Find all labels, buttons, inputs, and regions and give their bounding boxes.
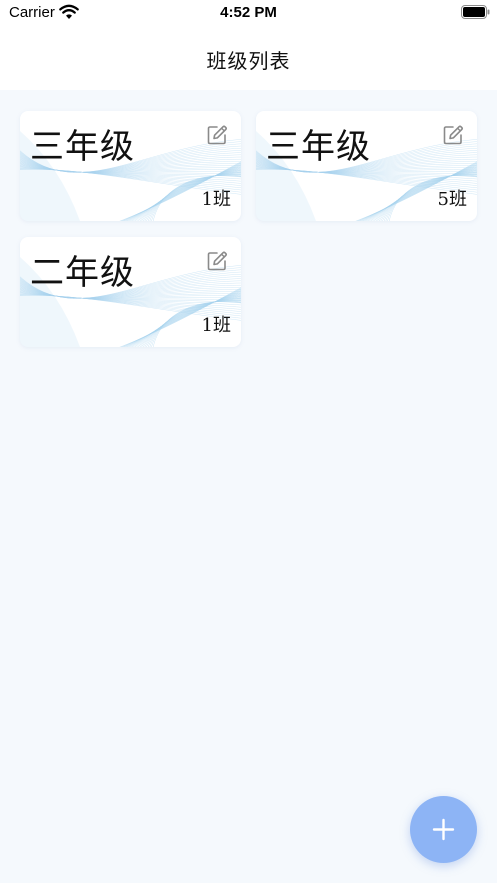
edit-icon[interactable]: [442, 124, 464, 146]
edit-icon[interactable]: [206, 124, 228, 146]
clock: 4:52 PM: [220, 4, 277, 21]
plus-icon: [432, 818, 455, 841]
edit-icon[interactable]: [206, 250, 228, 272]
class-label: 1班: [201, 189, 231, 210]
class-card[interactable]: 二年级 1班: [20, 237, 241, 347]
grade-label: 三年级: [266, 127, 371, 167]
class-label: 5班: [437, 189, 467, 210]
grade-label: 三年级: [30, 127, 135, 167]
class-card[interactable]: 三年级 1班: [20, 111, 241, 221]
status-bar: Carrier 4:52 PM: [0, 0, 497, 26]
battery-icon: [461, 5, 490, 19]
grade-label: 二年级: [30, 253, 135, 293]
page-title: 班级列表: [206, 49, 291, 73]
add-class-button[interactable]: [410, 796, 477, 863]
class-card[interactable]: 三年级 5班: [256, 111, 477, 221]
class-label: 1班: [201, 315, 231, 336]
nav-bar: 班级列表: [0, 26, 497, 90]
